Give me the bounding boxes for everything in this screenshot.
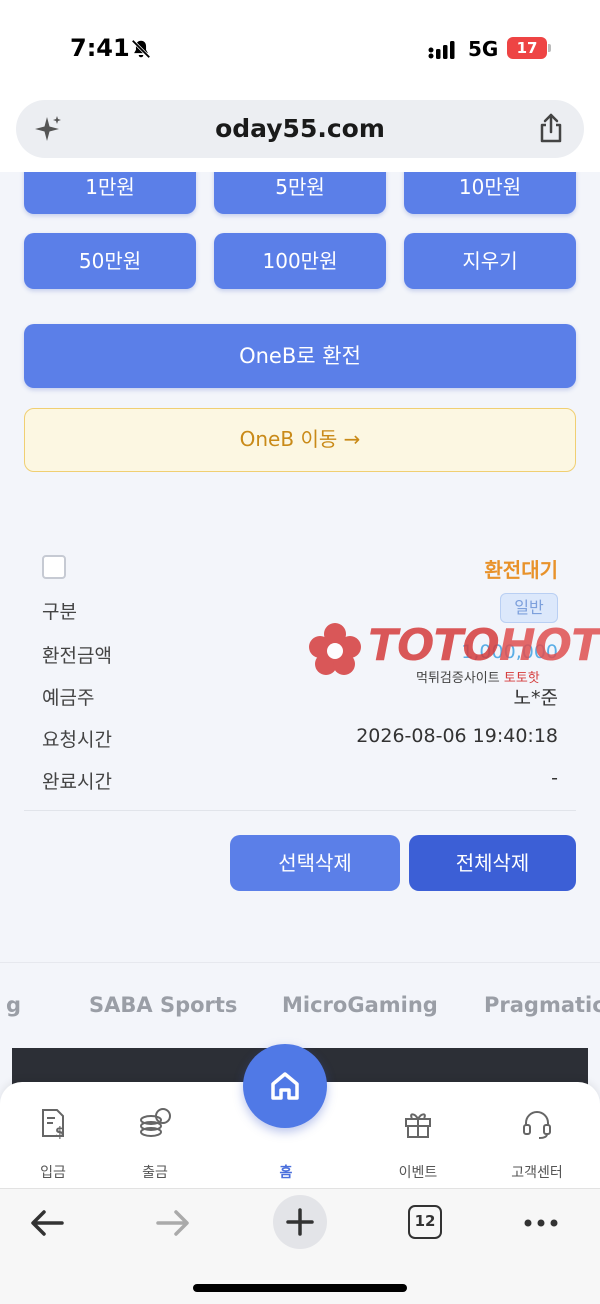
battery-icon: 17 [507,37,547,59]
bell-muted-icon [131,39,151,59]
address-bar-overlay[interactable]: oday55.com [16,100,584,158]
provider-item[interactable]: SABA Sports [89,993,237,1017]
nav-deposit-label: 입금 [40,1165,66,1181]
signal-icon [428,41,455,59]
completed-label: 완료시간 [42,771,112,793]
amount-button-1m[interactable]: 100만원 [214,233,386,289]
more-icon[interactable] [516,1201,566,1245]
status-badge: 환전대기 [484,558,558,582]
completed-value: - [551,767,558,789]
home-indicator [193,1284,407,1292]
amount-label: 1만원 [85,175,135,199]
coins-icon [140,1108,171,1137]
watermark-brand-a: TOTO [368,620,500,671]
nav-withdraw[interactable]: 출금 [105,1106,205,1182]
home-icon [271,1072,299,1100]
tabs-button[interactable]: 12 [408,1205,442,1239]
back-arrow-icon[interactable] [22,1201,72,1245]
provider-item[interactable]: MicroGaming [282,993,438,1017]
amount-button-500k[interactable]: 50만원 [24,233,196,289]
amount-label: 10만원 [458,175,522,199]
amount-label: 환전금액 [42,645,112,667]
requested-value: 2026-08-06 19:40:18 [356,725,558,747]
delete-selected-label: 선택삭제 [278,851,352,875]
nav-event[interactable]: 이벤트 [368,1106,468,1182]
delete-all-label: 전체삭제 [455,851,530,875]
forward-arrow-icon[interactable] [148,1201,198,1245]
watermark-brand: TOTOHOT [368,620,600,671]
nav-home-label: 홈 [279,1165,293,1181]
nav-event-label: 이벤트 [398,1165,438,1181]
watermark-subtitle-accent: 토토핫 [503,671,540,686]
move-button[interactable]: OneB 이동 → [24,408,576,472]
provider-item[interactable]: g [6,993,21,1017]
nav-withdraw-label: 출금 [142,1165,168,1181]
delete-all-button[interactable]: 전체삭제 [409,835,576,891]
amount-label: 50만원 [78,249,142,273]
deposit-icon: $ [42,1109,65,1141]
watermark-logo-icon [309,623,361,675]
plus-icon [286,1208,314,1236]
gift-icon [405,1113,431,1138]
header-cover: oday55.com [0,96,600,172]
nav-home-button[interactable] [243,1044,327,1128]
new-tab-button[interactable] [273,1195,327,1249]
provider-item[interactable]: Pragmatic [484,993,600,1017]
watermark-brand-b: HOT [498,620,600,671]
provider-strip: g SABA Sports MicroGaming Pragmatic [0,962,600,1048]
holder-label: 예금주 [42,687,95,709]
nav-support-label: 고객센터 [511,1165,563,1181]
move-label: OneB 이동 → [239,427,361,451]
divider [24,810,576,811]
status-bar: 7:41 5G 17 [0,0,600,96]
battery-tip [548,44,551,52]
svg-text:$: $ [55,1125,65,1141]
record-checkbox[interactable] [42,555,66,579]
url-text[interactable]: oday55.com [16,114,584,143]
holder-value: 노*준 [513,687,558,709]
watermark-subtitle-text: 먹튀검증사이트 [416,671,500,686]
clear-label: 지우기 [462,249,518,273]
clear-button[interactable]: 지우기 [404,233,576,289]
type-label: 구분 [42,601,77,623]
nav-deposit[interactable]: $ 입금 [3,1106,103,1182]
type-badge: 일반 [500,593,558,623]
battery-level: 17 [516,39,538,57]
exchange-label: OneB로 환전 [239,344,361,368]
headset-icon [523,1111,551,1139]
amount-label: 100만원 [262,249,338,273]
requested-label: 요청시간 [42,729,112,751]
tab-count: 12 [414,1212,436,1230]
exchange-button[interactable]: OneB로 환전 [24,324,576,388]
delete-selected-button[interactable]: 선택삭제 [230,835,400,891]
status-time: 7:41 [70,34,130,62]
network-type: 5G [468,37,499,61]
amount-label: 5만원 [275,175,325,199]
nav-support[interactable]: 고객센터 [487,1106,587,1182]
share-icon[interactable] [536,112,566,144]
watermark-subtitle: 먹튀검증사이트 토토핫 [416,667,540,686]
